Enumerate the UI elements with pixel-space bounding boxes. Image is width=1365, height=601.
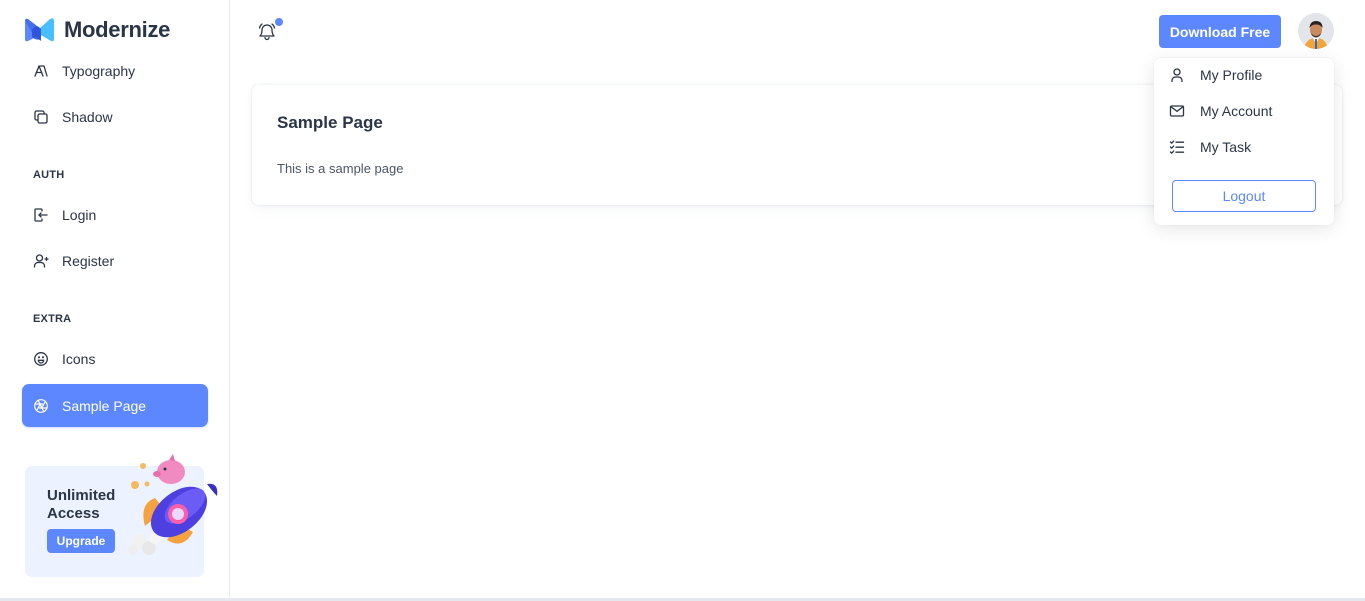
notification-bell-icon[interactable] (257, 22, 277, 42)
download-free-button[interactable]: Download Free (1159, 15, 1281, 48)
nav-caption-extra: EXTRA (33, 313, 72, 325)
mood-happy-icon (33, 351, 49, 367)
sidebar-item-label: Sample Page (62, 397, 147, 414)
sidebar: Modernize Typography Shadow AUTH Login R… (0, 0, 230, 600)
logout-button[interactable]: Logout (1172, 180, 1316, 212)
brand-name: Modernize (64, 17, 171, 42)
brand-logo[interactable]: Modernize (24, 16, 170, 44)
sidebar-item-label: Register (62, 252, 115, 269)
sidebar-item-shadow[interactable]: Shadow (22, 95, 208, 138)
sidebar-item-typography[interactable]: Typography (22, 49, 208, 92)
sidebar-item-register[interactable]: Register (22, 239, 208, 282)
user-icon (1169, 67, 1185, 83)
modernize-logo-icon (25, 18, 54, 42)
menu-item-my-task[interactable]: My Task (1154, 132, 1334, 162)
copy-icon (33, 109, 49, 125)
sidebar-item-label: Typography (62, 62, 136, 79)
list-check-icon (1169, 139, 1185, 155)
menu-item-label: My Task (1200, 139, 1252, 155)
aperture-icon (33, 398, 49, 414)
profile-dropdown-menu: My Profile My Account My Task Logout (1154, 58, 1334, 225)
upgrade-button[interactable]: Upgrade (47, 529, 115, 553)
sidebar-item-login[interactable]: Login (22, 193, 208, 236)
menu-item-label: My Profile (1200, 67, 1263, 83)
nav-caption-auth: AUTH (33, 169, 65, 181)
mail-icon (1169, 103, 1185, 119)
user-avatar[interactable] (1298, 13, 1334, 49)
rocket-illustration-icon (128, 454, 218, 555)
menu-item-my-profile[interactable]: My Profile (1154, 60, 1334, 90)
sidebar-item-icons[interactable]: Icons (22, 337, 208, 380)
login-icon (33, 207, 49, 223)
sidebar-item-label: Icons (62, 350, 96, 367)
sidebar-item-label: Shadow (62, 108, 113, 125)
page-body-text: This is a sample page (277, 161, 404, 176)
typography-icon (33, 63, 49, 79)
menu-item-label: My Account (1200, 103, 1273, 119)
notification-indicator (275, 18, 283, 26)
sidebar-item-sample-page[interactable]: Sample Page (22, 384, 208, 427)
menu-item-my-account[interactable]: My Account (1154, 96, 1334, 126)
promo-title: Unlimited Access (47, 487, 116, 522)
page-title: Sample Page (277, 113, 383, 132)
user-plus-icon (33, 253, 49, 269)
sidebar-item-label: Login (62, 206, 97, 223)
upgrade-promo-card: Unlimited Access Upgrade (25, 454, 218, 577)
